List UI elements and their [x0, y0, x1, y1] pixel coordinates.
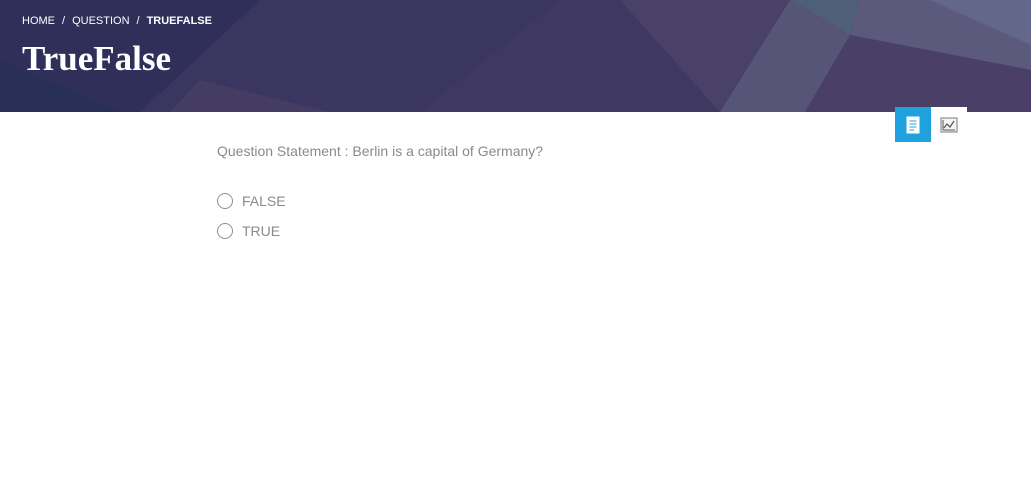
- document-icon: [906, 116, 920, 133]
- answer-options: FALSE TRUE: [217, 192, 286, 252]
- option-true[interactable]: TRUE: [217, 222, 286, 240]
- option-false[interactable]: FALSE: [217, 192, 286, 210]
- breadcrumb-separator: /: [62, 15, 66, 27]
- chart-view-button[interactable]: [931, 107, 967, 142]
- page-title: TrueFalse: [22, 39, 172, 78]
- breadcrumb: HOME / QUESTION / TRUEFALSE: [22, 15, 212, 27]
- breadcrumb-current: TRUEFALSE: [146, 15, 212, 27]
- page-header: HOME / QUESTION / TRUEFALSE TrueFalse: [0, 0, 1031, 112]
- question-statement: Question Statement : Berlin is a capital…: [217, 143, 544, 159]
- option-label: TRUE: [242, 223, 281, 239]
- breadcrumb-separator: /: [136, 15, 140, 27]
- radio-button[interactable]: [217, 193, 233, 209]
- breadcrumb-home-link[interactable]: HOME: [22, 15, 55, 27]
- option-label: FALSE: [242, 193, 286, 209]
- breadcrumb-question-link[interactable]: QUESTION: [72, 15, 129, 27]
- view-toggle: [895, 107, 967, 142]
- document-view-button[interactable]: [895, 107, 931, 142]
- chart-icon: [940, 117, 958, 132]
- radio-button[interactable]: [217, 223, 233, 239]
